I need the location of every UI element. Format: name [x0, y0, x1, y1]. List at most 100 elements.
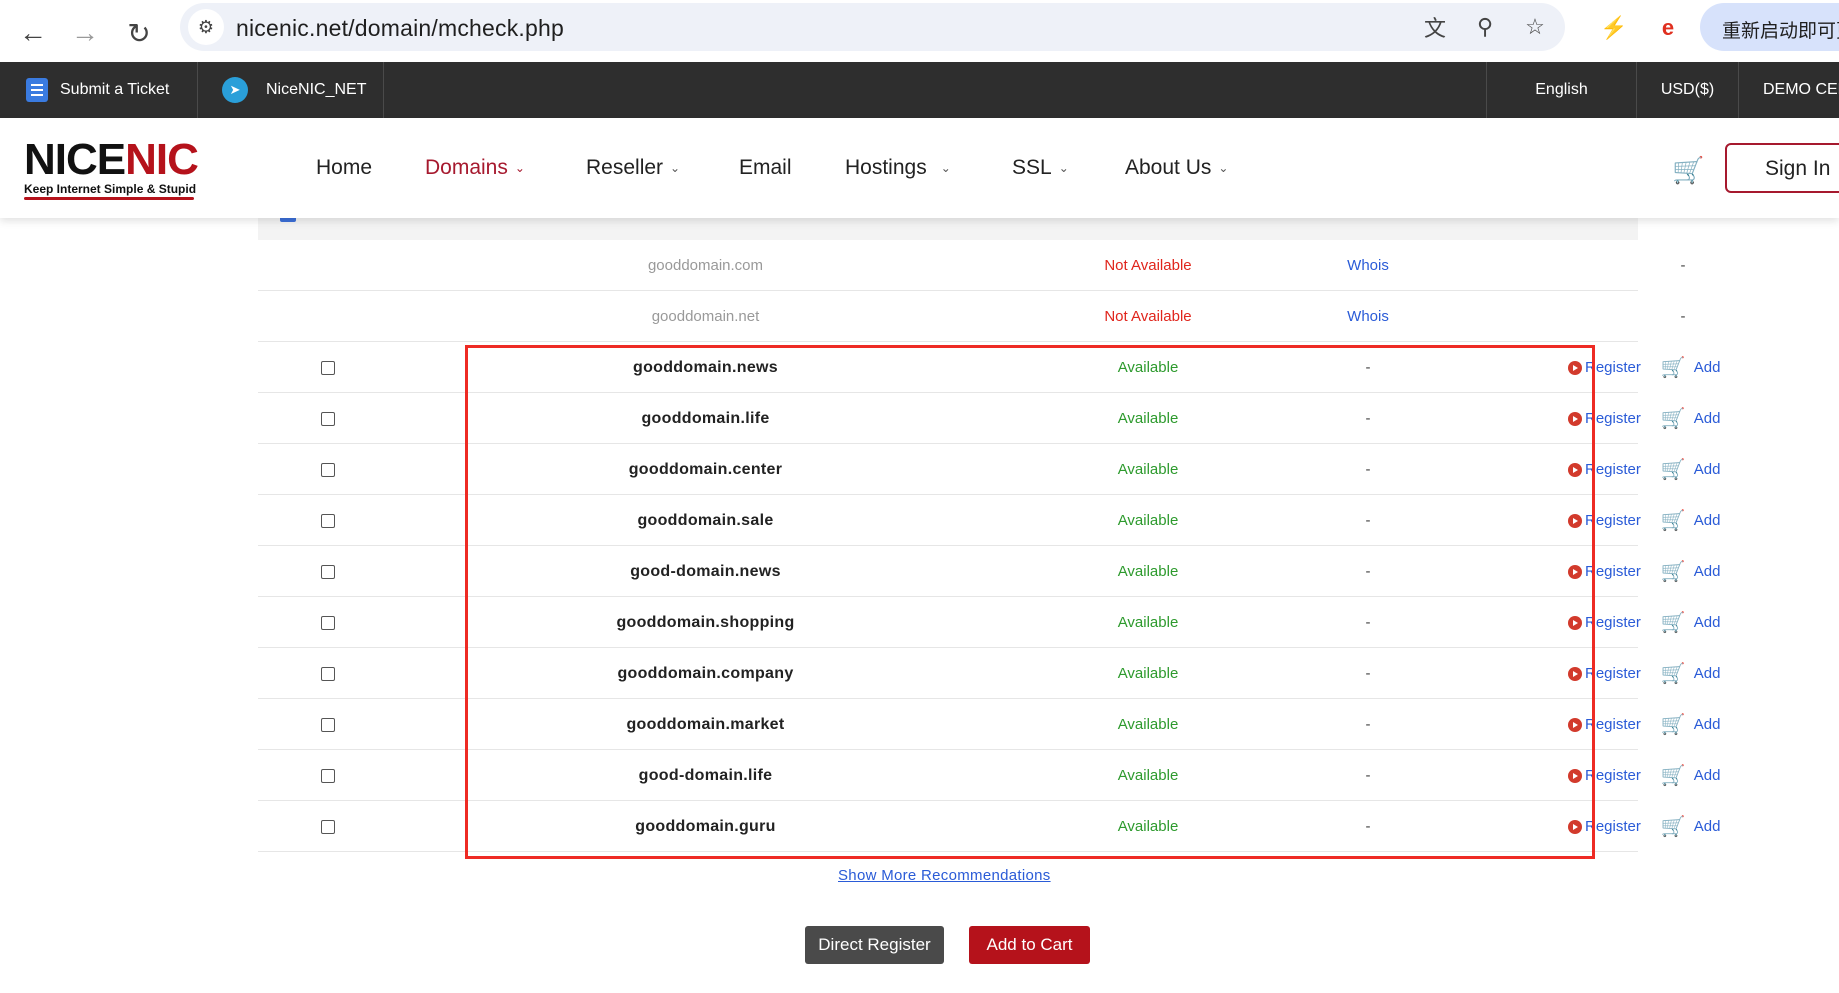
- action-empty: -: [1680, 257, 1686, 274]
- nav-reseller-label: Reseller: [586, 156, 664, 179]
- nicenic-logo[interactable]: NICENIC Keep Internet Simple & Stupid: [24, 135, 210, 200]
- row-checkbox-cell: [258, 699, 398, 750]
- cart-icon[interactable]: 🛒: [1661, 460, 1686, 480]
- row-actions: Register 🛒 Add: [1568, 801, 1798, 852]
- direct-register-button[interactable]: Direct Register: [805, 926, 944, 964]
- site-info-icon[interactable]: ⚙: [188, 9, 224, 45]
- url-text[interactable]: nicenic.net/domain/mcheck.php: [236, 15, 564, 42]
- demo-center-link[interactable]: DEMO CENTER: [1738, 62, 1839, 118]
- telegram-link[interactable]: ➤ NiceNIC_NET: [198, 62, 384, 118]
- chevron-down-icon: ⌄: [514, 161, 525, 175]
- row-checkbox-cell: [258, 801, 398, 852]
- row-actions: Register 🛒 Add: [1568, 597, 1798, 648]
- add-link[interactable]: Add: [1694, 410, 1721, 427]
- language-selector[interactable]: English: [1486, 62, 1636, 118]
- nav-home-label: Home: [316, 156, 373, 179]
- row-checkbox-cell: [258, 597, 398, 648]
- nav-domains[interactable]: Domains ⌄: [425, 118, 525, 218]
- back-button[interactable]: ←: [10, 10, 56, 56]
- telegram-icon: ➤: [222, 77, 248, 103]
- nav-reseller[interactable]: Reseller ⌄: [586, 118, 680, 218]
- chevron-down-icon: ⌄: [1218, 161, 1229, 175]
- cart-icon[interactable]: 🛒: [1661, 409, 1686, 429]
- demo-label: DEMO CENTER: [1763, 81, 1839, 98]
- row-checkbox[interactable]: [321, 564, 335, 579]
- add-to-cart-button[interactable]: Add to Cart: [969, 926, 1090, 964]
- performance-icon[interactable]: ⚡: [1596, 10, 1632, 46]
- chevron-down-icon: ⌄: [1058, 161, 1069, 175]
- bookmark-star-icon[interactable]: ☆: [1519, 11, 1551, 43]
- row-checkbox[interactable]: [321, 768, 335, 783]
- nav-hostings-label: Hostings: [845, 156, 927, 179]
- nav-ssl[interactable]: SSL ⌄: [1012, 118, 1069, 218]
- highlight-annotation-box: [465, 345, 1595, 859]
- show-more-recommendations-link[interactable]: Show More Recommendations: [838, 867, 1051, 884]
- cart-icon[interactable]: 🛒: [1661, 715, 1686, 735]
- add-link[interactable]: Add: [1694, 818, 1721, 835]
- restart-to-update-button[interactable]: 重新启动即可更新: [1700, 3, 1839, 51]
- row-checkbox[interactable]: [321, 360, 335, 375]
- logo-nic: NIC: [125, 135, 199, 184]
- sign-in-button[interactable]: Sign In: [1725, 143, 1839, 193]
- row-checkbox[interactable]: [321, 615, 335, 630]
- forward-button[interactable]: →: [62, 10, 108, 56]
- site-header: NICENIC Keep Internet Simple & Stupid Ho…: [0, 118, 1839, 218]
- ticket-icon: [26, 78, 48, 102]
- row-checkbox[interactable]: [321, 513, 335, 528]
- cart-icon[interactable]: 🛒: [1661, 817, 1686, 837]
- zoom-icon[interactable]: ⚲: [1469, 11, 1501, 43]
- address-bar[interactable]: ⚙ nicenic.net/domain/mcheck.php 文 ⚲ ☆: [180, 3, 1565, 51]
- cart-icon[interactable]: 🛒: [1661, 613, 1686, 633]
- currency-selector[interactable]: USD($): [1636, 62, 1738, 118]
- submit-ticket-link[interactable]: Submit a Ticket: [0, 62, 198, 118]
- add-link[interactable]: Add: [1694, 767, 1721, 784]
- cart-icon[interactable]: 🛒: [1661, 664, 1686, 684]
- reload-button[interactable]: ↻: [116, 10, 162, 56]
- row-actions: Register 🛒 Add: [1568, 444, 1798, 495]
- telegram-label: NiceNIC_NET: [266, 81, 367, 98]
- add-link[interactable]: Add: [1694, 512, 1721, 529]
- row-checkbox-cell: [258, 393, 398, 444]
- row-checkbox-cell: [258, 648, 398, 699]
- cart-icon[interactable]: 🛒: [1661, 766, 1686, 786]
- extension-e-icon[interactable]: e: [1650, 10, 1686, 46]
- row-checkbox-cell: [258, 546, 398, 597]
- domain-name: gooddomain.net: [651, 308, 760, 325]
- action-empty: -: [1680, 308, 1686, 325]
- row-checkbox[interactable]: [321, 411, 335, 426]
- row-actions: Register 🛒 Add: [1568, 750, 1798, 801]
- currency-label: USD($): [1660, 81, 1715, 98]
- cart-icon[interactable]: 🛒: [1672, 155, 1704, 185]
- row-actions: Register 🛒 Add: [1568, 393, 1798, 444]
- row-checkbox-cell: [258, 750, 398, 801]
- row-checkbox-cell: [258, 342, 398, 393]
- cart-icon[interactable]: 🛒: [1661, 562, 1686, 582]
- whois-link[interactable]: Whois: [1298, 291, 1438, 342]
- add-link[interactable]: Add: [1694, 716, 1721, 733]
- nav-home[interactable]: Home: [316, 118, 372, 218]
- add-link[interactable]: Add: [1694, 359, 1721, 376]
- whois-link[interactable]: Whois: [1298, 240, 1438, 291]
- cart-icon[interactable]: 🛒: [1661, 511, 1686, 531]
- row-checkbox[interactable]: [321, 717, 335, 732]
- nav-hostings[interactable]: Hostings ⌄: [845, 118, 951, 218]
- nav-email[interactable]: Email: [739, 118, 792, 218]
- add-link[interactable]: Add: [1694, 563, 1721, 580]
- row-checkbox[interactable]: [321, 462, 335, 477]
- logo-tagline: Keep Internet Simple & Stupid: [24, 182, 197, 196]
- domain-name: gooddomain.com: [647, 257, 764, 274]
- add-link[interactable]: Add: [1694, 614, 1721, 631]
- row-checkbox[interactable]: [321, 666, 335, 681]
- language-label: English: [1535, 81, 1588, 98]
- table-row: gooddomain.net Not Available Whois -: [258, 291, 1686, 342]
- chevron-down-icon: ⌄: [670, 161, 681, 175]
- table-row: gooddomain.com Not Available Whois -: [258, 240, 1686, 291]
- nav-about-us[interactable]: About Us ⌄: [1125, 118, 1228, 218]
- add-link[interactable]: Add: [1694, 461, 1721, 478]
- row-checkbox[interactable]: [321, 819, 335, 834]
- add-link[interactable]: Add: [1694, 665, 1721, 682]
- cart-icon[interactable]: 🛒: [1661, 358, 1686, 378]
- status-not-available: Not Available: [1104, 308, 1192, 325]
- row-actions: Register 🛒 Add: [1568, 342, 1798, 393]
- translate-icon[interactable]: 文: [1419, 11, 1451, 43]
